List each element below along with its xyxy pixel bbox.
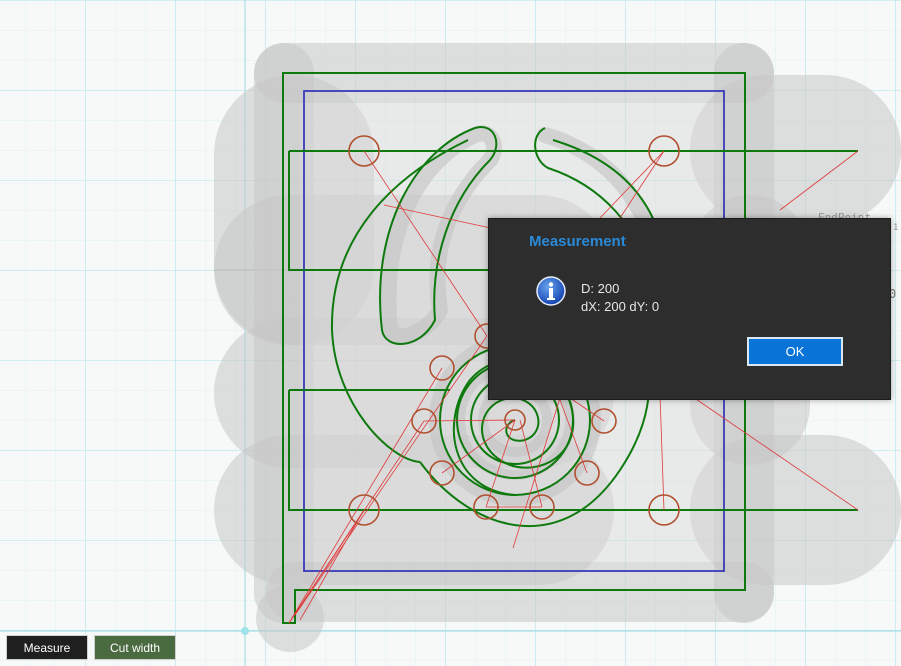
delta-readout: dX: 200 dY: 0 [581, 299, 660, 314]
ok-button[interactable]: OK [747, 337, 843, 366]
distance-readout: D: 200 [581, 281, 620, 296]
cut-width-button[interactable]: Cut width [94, 635, 176, 660]
origin-marker [241, 627, 249, 635]
endpoint-value-label: 1 [893, 223, 899, 233]
measure-button[interactable]: Measure [6, 635, 88, 660]
dialog-message: D: 200 dX: 200 dY: 0 [581, 280, 659, 316]
dialog-title: Measurement [529, 233, 626, 250]
measurement-dialog: Measurement D: 200 dX: 200 dY: 0 OK [488, 218, 891, 400]
info-icon [536, 276, 566, 306]
